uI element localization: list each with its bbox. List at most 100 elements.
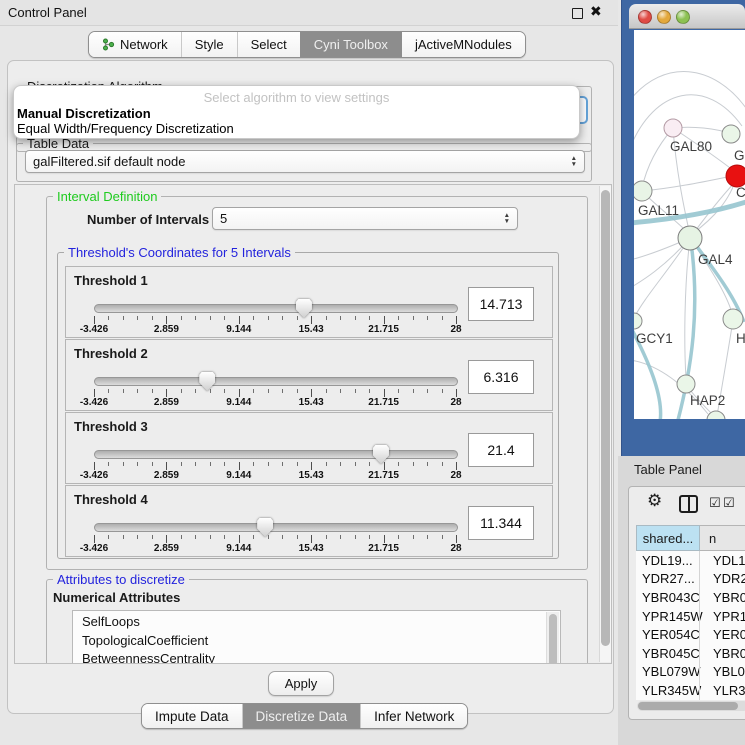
tab-style[interactable]: Style xyxy=(181,32,237,57)
table-row[interactable]: YBL079WYBL0 xyxy=(636,663,745,682)
threshold-label: Threshold 2 xyxy=(74,346,148,361)
column-layout-icon[interactable] xyxy=(679,495,698,513)
zoom-traffic-light[interactable] xyxy=(676,10,690,24)
node-label: H xyxy=(736,331,745,346)
network-graph[interactable]: GAL80 G C GAL11 GAL4 GCY1 H HAP2 xyxy=(634,30,745,419)
node-label: G xyxy=(734,148,745,163)
table-row[interactable]: YDL19...YDL1 xyxy=(636,551,745,570)
minimize-traffic-light[interactable] xyxy=(657,10,671,24)
control-panel-tabbar: Network Style Select Cyni Toolbox jActiv… xyxy=(88,31,526,58)
node-label: C xyxy=(736,185,745,200)
float-window-icon[interactable] xyxy=(572,8,583,19)
interval-definition-group: Interval Definition Number of Intervals … xyxy=(46,196,588,570)
threshold-2-slider[interactable] xyxy=(94,377,458,386)
checkbox-icon[interactable]: ☑ xyxy=(709,495,721,511)
threshold-3-slider[interactable] xyxy=(94,450,458,459)
slider-ticks xyxy=(94,316,456,324)
algorithm-dropdown-popup: Select algorithm to view settings Manual… xyxy=(13,85,580,139)
tab-network[interactable]: Network xyxy=(89,32,181,57)
table-row[interactable]: YDR27...YDR2 xyxy=(636,570,745,589)
table-data-combobox[interactable]: galFiltered.sif default node ▲▼ xyxy=(25,150,585,173)
node[interactable] xyxy=(722,125,740,143)
tab-discretize-data[interactable]: Discretize Data xyxy=(242,704,361,728)
threshold-4-value-field[interactable] xyxy=(468,506,534,540)
node-gal4[interactable] xyxy=(678,226,702,250)
close-icon[interactable]: ✖ xyxy=(590,3,602,20)
column-header-name[interactable]: n xyxy=(700,525,745,551)
column-header-shared-name[interactable]: shared... xyxy=(636,525,700,551)
gear-icon[interactable]: ⚙ xyxy=(647,491,662,511)
tab-label: Select xyxy=(251,37,287,52)
node-label: GAL4 xyxy=(698,252,733,267)
node[interactable] xyxy=(634,313,642,329)
slider-tick-labels: -3.4262.8599.14415.4321.71528 xyxy=(94,470,456,481)
tab-impute-data[interactable]: Impute Data xyxy=(142,704,242,728)
node-label: GCY1 xyxy=(636,331,673,346)
threshold-4-row: Threshold 4 -3.4262.8599.14415.4321.7152… xyxy=(65,485,553,557)
group-title: Threshold's Coordinates for 5 Intervals xyxy=(64,245,295,260)
checkbox-icon[interactable]: ☑ xyxy=(723,495,735,511)
tab-cyni-toolbox[interactable]: Cyni Toolbox xyxy=(300,32,401,57)
slider-ticks xyxy=(94,389,456,397)
node-table: ⚙ ☑ ☑ shared... n YDL19...YDL1YDR27...YD… xyxy=(628,486,745,720)
list-scrollbar[interactable] xyxy=(546,612,559,664)
table-data-group: Table Data galFiltered.sif default node … xyxy=(16,143,592,182)
threshold-1-value-field[interactable] xyxy=(468,287,534,321)
table-row[interactable]: YPR145WYPR1 xyxy=(636,607,745,626)
tab-label: Network xyxy=(120,37,168,52)
threshold-label: Threshold 4 xyxy=(74,492,148,507)
table-row[interactable]: YBR043CYBR0 xyxy=(636,588,745,607)
node-label: HAP2 xyxy=(690,393,725,408)
node-selected[interactable] xyxy=(726,165,745,187)
tab-infer-network[interactable]: Infer Network xyxy=(360,704,467,728)
tab-jactivemnodules[interactable]: jActiveMNodules xyxy=(401,32,525,57)
table-horizontal-scrollbar[interactable] xyxy=(637,701,745,711)
table-panel-title: Table Panel xyxy=(634,462,702,477)
network-view-canvas[interactable]: GAL80 G C GAL11 GAL4 GCY1 H HAP2 xyxy=(634,30,745,419)
threshold-1-slider[interactable] xyxy=(94,304,458,313)
table-row[interactable]: YLR345WYLR3 xyxy=(636,681,745,700)
column-divider xyxy=(699,551,700,700)
threshold-2-value-field[interactable] xyxy=(468,360,534,394)
slider-ticks xyxy=(94,535,456,543)
network-window-titlebar[interactable] xyxy=(629,4,745,29)
panel-title: Control Panel xyxy=(8,5,87,20)
tab-select[interactable]: Select xyxy=(237,32,300,57)
threshold-2-row: Threshold 2 -3.4262.8599.14415.4321.7152… xyxy=(65,339,553,411)
node[interactable] xyxy=(664,119,682,137)
slider-tick-labels: -3.4262.8599.14415.4321.71528 xyxy=(94,324,456,335)
tab-label: Style xyxy=(195,37,224,52)
dropdown-option-equal-width[interactable]: Equal Width/Frequency Discretization xyxy=(17,121,234,136)
list-item[interactable]: TopologicalCoefficient xyxy=(73,632,560,651)
attributes-group: Attributes to discretize Numerical Attri… xyxy=(46,579,588,664)
group-title: Interval Definition xyxy=(53,189,161,204)
node[interactable] xyxy=(634,181,652,201)
apply-button[interactable]: Apply xyxy=(268,671,334,696)
list-item[interactable]: SelfLoops xyxy=(73,613,560,632)
numerical-attributes-list[interactable]: SelfLoopsTopologicalCoefficientBetweenne… xyxy=(72,610,561,664)
settings-scroll-viewport: Interval Definition Number of Intervals … xyxy=(14,184,612,664)
node[interactable] xyxy=(723,309,743,329)
close-traffic-light[interactable] xyxy=(638,10,652,24)
threshold-4-slider[interactable] xyxy=(94,523,458,532)
slider-tick-labels: -3.4262.8599.14415.4321.71528 xyxy=(94,543,456,554)
node-label: GAL11 xyxy=(638,203,679,218)
cyni-mode-tabbar: Impute Data Discretize Data Infer Networ… xyxy=(141,703,468,729)
list-item[interactable]: BetweennessCentrality xyxy=(73,650,560,664)
threshold-label: Threshold 3 xyxy=(74,419,148,434)
node[interactable] xyxy=(677,375,695,393)
table-row[interactable]: YER054CYER0 xyxy=(636,625,745,644)
table-row[interactable]: YBR045CYBR0 xyxy=(636,644,745,663)
dropdown-option-manual[interactable]: Manual Discretization xyxy=(17,106,151,121)
dropdown-hint: Select algorithm to view settings xyxy=(14,90,579,105)
group-title: Attributes to discretize xyxy=(53,572,189,587)
threshold-3-value-field[interactable] xyxy=(468,433,534,467)
combobox-value: 5 xyxy=(220,211,227,226)
network-icon xyxy=(102,38,115,51)
settings-scrollbar[interactable] xyxy=(599,186,611,662)
slider-tick-labels: -3.4262.8599.14415.4321.71528 xyxy=(94,397,456,408)
table-header-row: shared... n xyxy=(636,525,745,551)
number-of-intervals-label: Number of Intervals xyxy=(87,212,209,227)
number-of-intervals-combobox[interactable]: 5 ▲▼ xyxy=(212,207,518,230)
slider-ticks xyxy=(94,462,456,470)
